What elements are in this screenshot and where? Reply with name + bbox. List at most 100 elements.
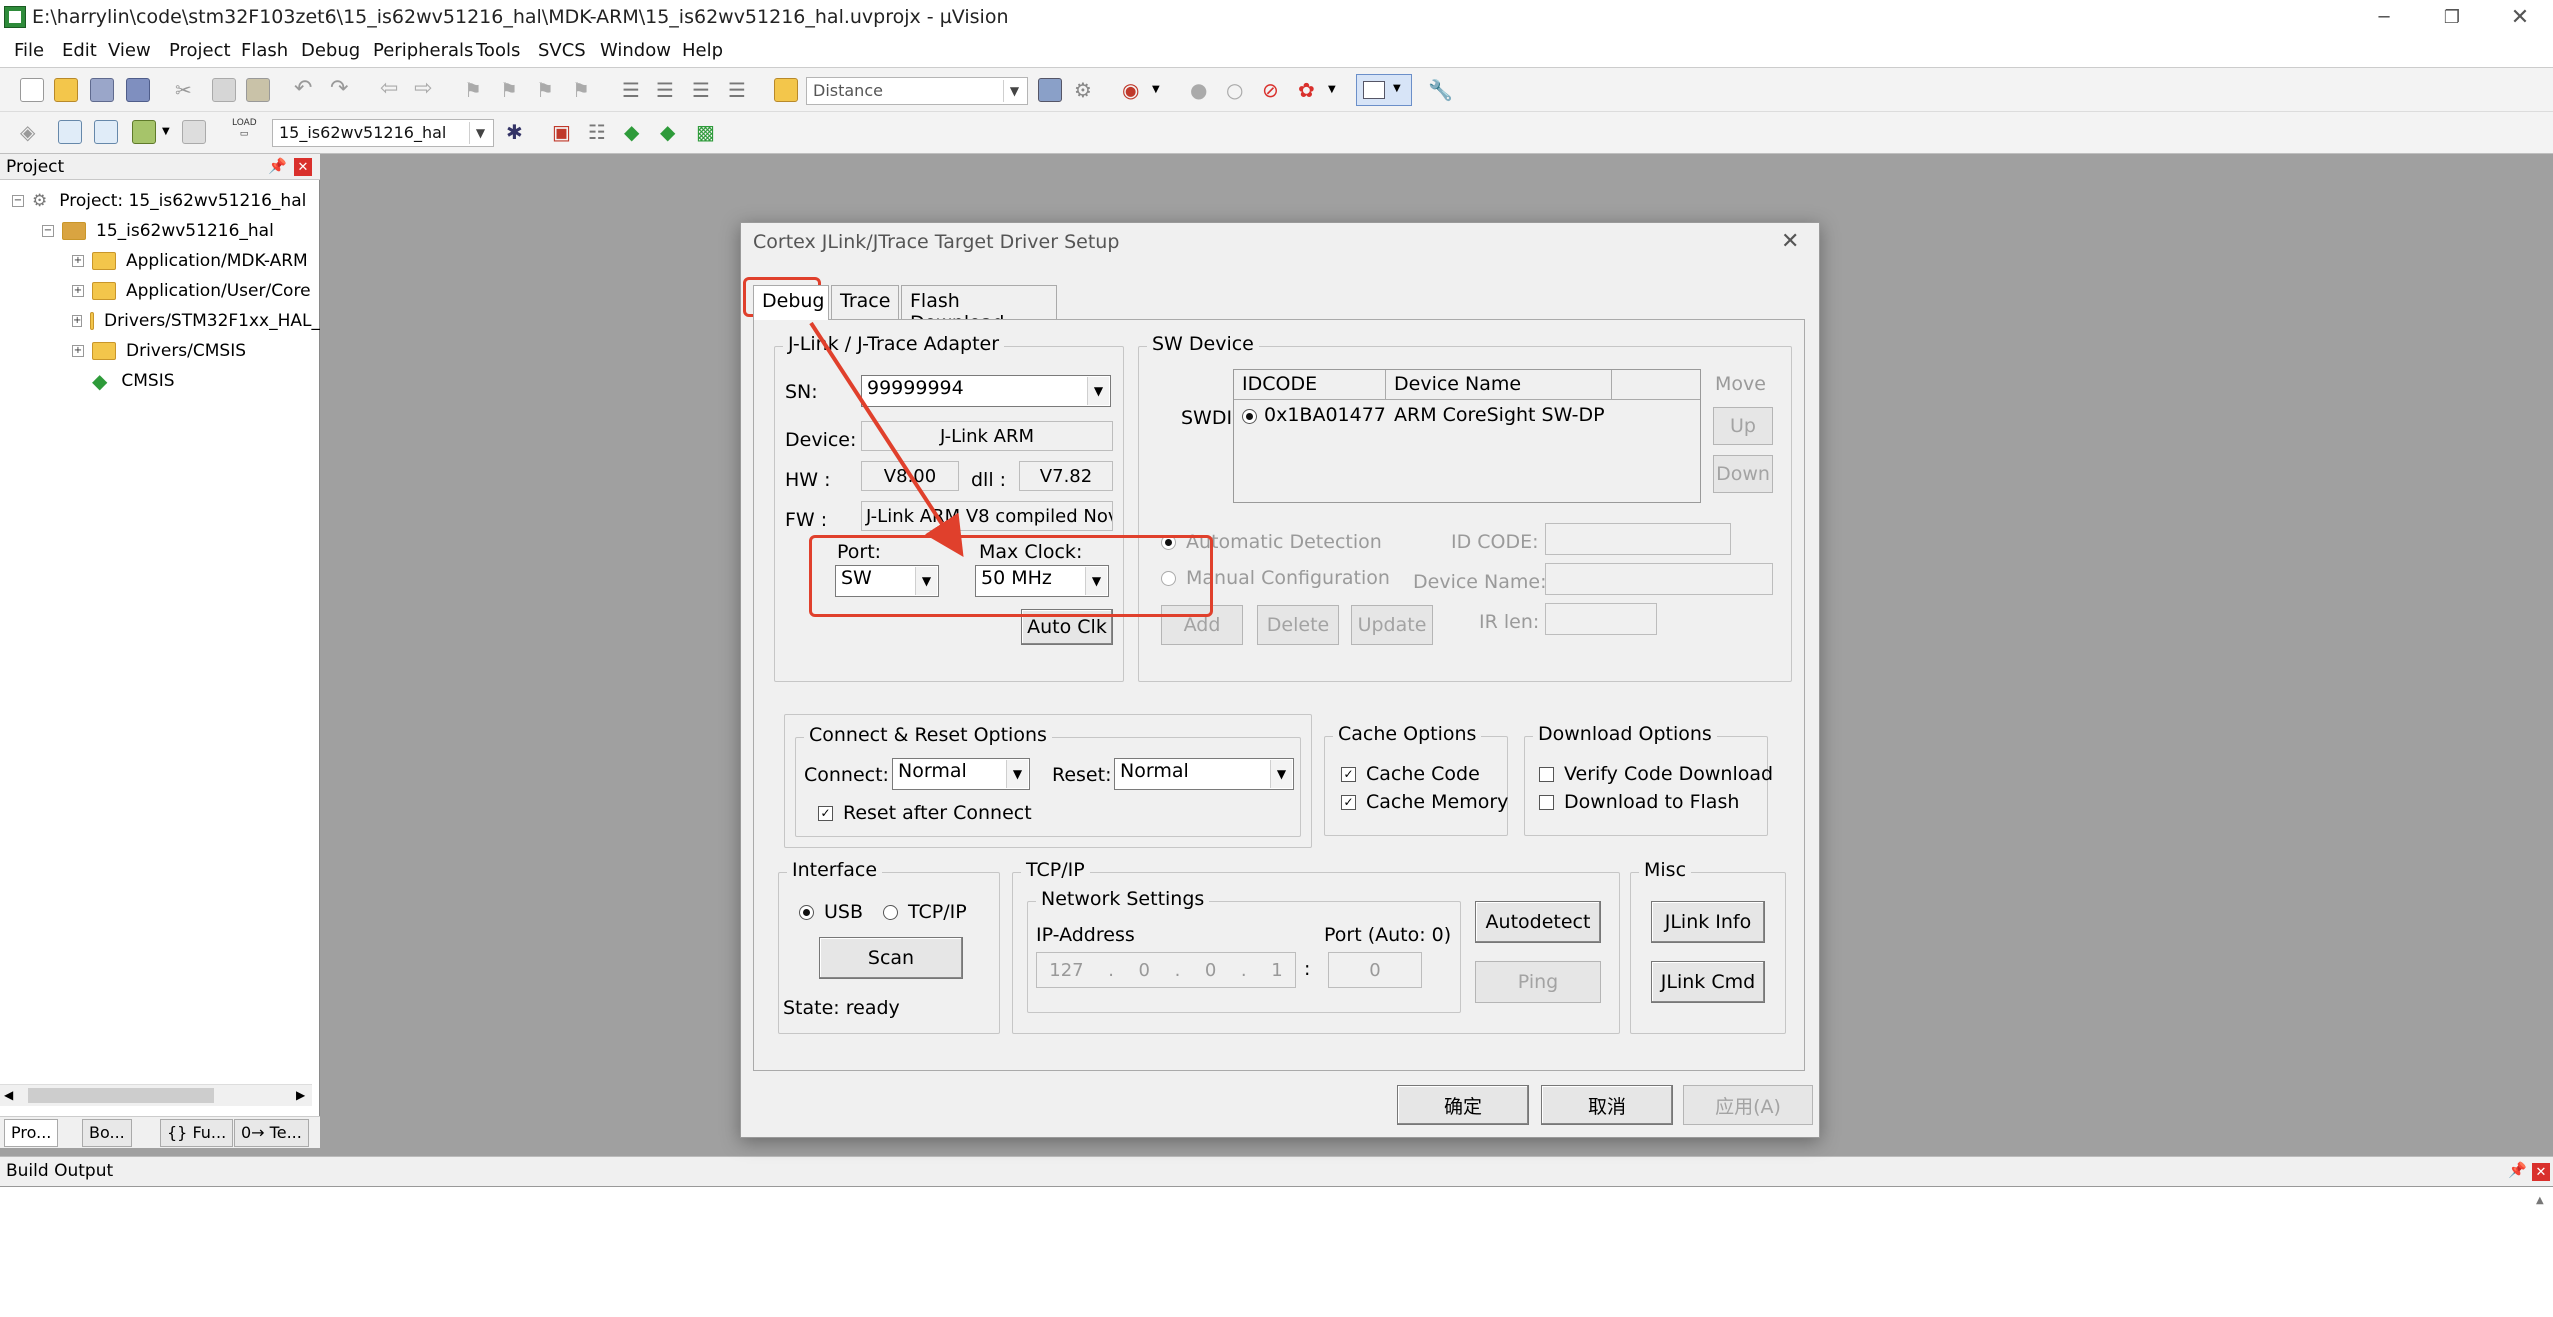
tree-project-root[interactable]: − ⚙ Project: 15_is62wv51216_hal [12, 186, 306, 216]
nav-forward-icon[interactable]: ⇨ [414, 76, 438, 101]
tree-target[interactable]: − 15_is62wv51216_hal [42, 216, 274, 246]
tree-cmsis-item[interactable]: ◆ CMSIS [92, 366, 175, 396]
scroll-right-icon[interactable]: ▶ [296, 1088, 305, 1102]
reset-after-connect-option[interactable]: ✓ Reset after Connect [818, 802, 1032, 824]
ir-len-field[interactable] [1545, 603, 1657, 635]
cancel-button[interactable]: 取消 [1541, 1085, 1673, 1125]
id-code-field[interactable] [1545, 523, 1731, 555]
reset-after-connect-checkbox[interactable]: ✓ [818, 805, 833, 821]
build-icon[interactable] [58, 120, 82, 144]
close-window-button[interactable]: ✕ [2492, 0, 2548, 34]
tab-books[interactable]: Bo... [82, 1119, 132, 1147]
find-icon[interactable] [1038, 78, 1062, 102]
expand-icon[interactable]: + [72, 285, 84, 297]
tree-group-item[interactable]: + Drivers/STM32F1xx_HAL_ [72, 306, 320, 336]
delete-button[interactable]: Delete [1257, 605, 1339, 645]
autodetect-button[interactable]: Autodetect [1475, 901, 1601, 943]
jlink-cmd-button[interactable]: JLink Cmd [1651, 961, 1765, 1003]
verify-download-checkbox[interactable] [1539, 766, 1554, 782]
tcpip-port-field[interactable]: 0 [1328, 952, 1422, 988]
tree-group-item[interactable]: + Application/User/Core [72, 276, 311, 306]
cache-code-option[interactable]: ✓ Cache Code [1341, 763, 1480, 785]
chevron-down-icon[interactable]: ▼ [1328, 84, 1336, 95]
menu-help[interactable]: Help [682, 40, 723, 61]
incremental-find-icon[interactable]: ⚙ [1074, 78, 1098, 102]
uncomment-icon[interactable]: ☰ [728, 78, 752, 102]
tab-templates[interactable]: 0→ Te... [234, 1119, 309, 1147]
menu-svcs[interactable]: SVCS [538, 40, 586, 61]
debug-session-icon[interactable]: ◉ [1122, 78, 1146, 102]
scan-button[interactable]: Scan [819, 937, 963, 979]
tree-group-item[interactable]: + Drivers/CMSIS [72, 336, 246, 366]
tab-project[interactable]: Pro... [4, 1119, 59, 1147]
indent-icon[interactable]: ☰ [622, 78, 646, 102]
tab-trace[interactable]: Trace [831, 285, 899, 319]
save-icon[interactable] [90, 78, 114, 102]
verify-download-option[interactable]: Verify Code Download [1539, 763, 1773, 785]
scroll-left-icon[interactable]: ◀ [4, 1088, 13, 1102]
ok-button[interactable]: 确定 [1397, 1085, 1529, 1125]
apply-button[interactable]: 应用(A) [1683, 1085, 1813, 1125]
ping-button[interactable]: Ping [1475, 961, 1601, 1003]
reset-select[interactable]: Normal ▼ [1114, 758, 1294, 790]
save-all-icon[interactable] [126, 78, 150, 102]
tab-flash-download[interactable]: Flash Download [901, 285, 1057, 334]
menu-project[interactable]: Project [169, 40, 231, 61]
bookmark-icon[interactable]: ⚑ [464, 78, 488, 102]
download-to-flash-option[interactable]: Download to Flash [1539, 791, 1739, 813]
target-options-icon[interactable]: ✱ [506, 120, 530, 144]
minimize-button[interactable]: ─ [2356, 0, 2412, 34]
chevron-down-icon[interactable]: ▼ [162, 126, 170, 137]
batch-build-icon[interactable] [132, 120, 156, 144]
tcpip-radio[interactable] [883, 904, 898, 920]
horizontal-scrollbar[interactable]: ◀ ▶ [0, 1084, 312, 1106]
collapse-icon[interactable]: − [12, 195, 24, 207]
pin-icon[interactable]: 📌 [2508, 1161, 2527, 1179]
cache-memory-option[interactable]: ✓ Cache Memory [1341, 791, 1508, 813]
kill-all-breakpoints-icon[interactable]: ✿ [1298, 78, 1322, 102]
manage-project-items-icon[interactable]: ☷ [588, 120, 612, 144]
menu-flash[interactable]: Flash [241, 40, 288, 61]
load-icon[interactable]: LOAD ▭ [232, 118, 257, 142]
comment-icon[interactable]: ☰ [692, 78, 716, 102]
tab-functions[interactable]: {} Fu... [160, 1119, 234, 1147]
move-down-button[interactable]: Down [1713, 455, 1773, 493]
undo-icon[interactable]: ↶ [294, 76, 318, 101]
file-extensions-icon[interactable]: ▣ [552, 120, 576, 144]
usb-radio[interactable] [799, 904, 814, 920]
disable-all-breakpoints-icon[interactable]: ⊘ [1262, 78, 1286, 102]
tree-group-item[interactable]: + Application/MDK-ARM [72, 246, 308, 276]
stop-build-icon[interactable] [182, 120, 206, 144]
prev-bookmark-icon[interactable]: ⚑ [500, 78, 524, 102]
usb-option[interactable]: USB [799, 901, 863, 923]
paste-icon[interactable] [246, 78, 270, 102]
menu-debug[interactable]: Debug [301, 40, 360, 61]
new-file-icon[interactable] [20, 78, 44, 102]
cut-icon[interactable]: ✂ [175, 78, 199, 102]
collapse-icon[interactable]: − [42, 225, 54, 237]
pin-icon[interactable]: 📌 [268, 157, 287, 175]
tab-debug[interactable]: Debug [753, 285, 829, 320]
jlink-info-button[interactable]: JLink Info [1651, 901, 1765, 943]
clear-bookmarks-icon[interactable]: ⚑ [572, 78, 596, 102]
menu-view[interactable]: View [108, 40, 151, 61]
close-panel-icon[interactable]: ✕ [2532, 1163, 2550, 1181]
menu-edit[interactable]: Edit [62, 40, 97, 61]
open-file-icon[interactable] [54, 78, 78, 102]
move-up-button[interactable]: Up [1713, 407, 1773, 445]
expand-icon[interactable]: + [72, 345, 84, 357]
disable-breakpoint-icon[interactable]: ○ [1226, 78, 1250, 102]
connect-select[interactable]: Normal ▼ [892, 758, 1030, 790]
expand-icon[interactable]: + [72, 255, 84, 267]
next-bookmark-icon[interactable]: ⚑ [536, 78, 560, 102]
translate-icon[interactable]: ◈ [20, 120, 44, 144]
row-select-radio[interactable] [1242, 409, 1257, 424]
scroll-thumb[interactable] [28, 1088, 214, 1103]
chevron-down-icon[interactable]: ▼ [1152, 84, 1160, 95]
breakpoint-icon[interactable]: ● [1190, 78, 1214, 102]
close-panel-icon[interactable]: ✕ [294, 158, 312, 176]
cache-code-checkbox[interactable]: ✓ [1341, 766, 1356, 782]
window-layout-button[interactable]: ▼ [1356, 74, 1412, 106]
unindent-icon[interactable]: ☰ [656, 78, 680, 102]
dialog-close-icon[interactable]: ✕ [1781, 229, 1799, 254]
